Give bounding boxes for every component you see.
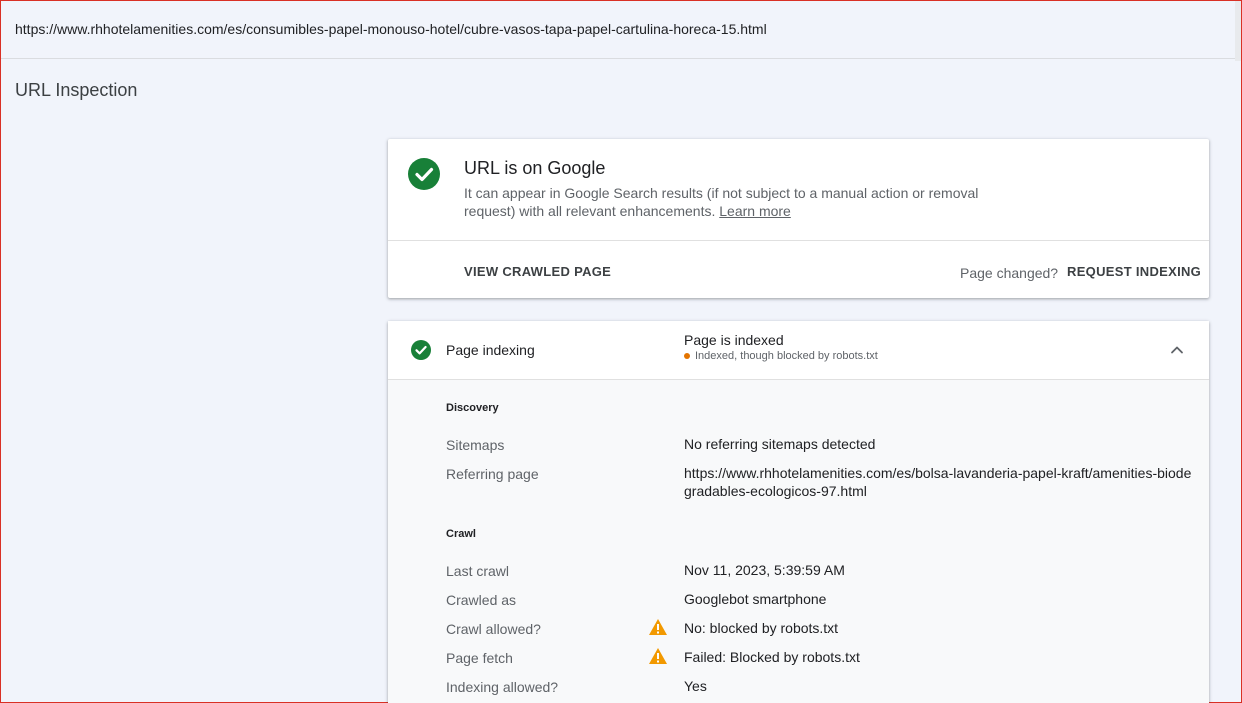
warning-triangle-icon [648,618,668,636]
page-changed-label: Page changed? [960,265,1059,281]
crawl-allowed-value: No: blocked by robots.txt [684,620,839,636]
learn-more-link[interactable]: Learn more [719,203,791,219]
indexing-sub-status-text: Indexed, though blocked by robots.txt [695,350,878,362]
url-status-card: URL is on Google It can appear in Google… [388,139,1209,298]
page-indexing-card: Page indexing Page is indexed Indexed, t… [388,321,1209,703]
status-dot-icon [684,353,690,359]
warning-triangle-icon [648,647,668,665]
request-indexing-button[interactable]: REQUEST INDEXING [1067,264,1201,279]
page-fetch-label: Page fetch [446,650,513,666]
status-summary: URL is on Google It can appear in Google… [388,139,1209,241]
inspected-url-text: https://www.rhhotelamenities.com/es/cons… [15,21,767,37]
status-actions: VIEW CRAWLED PAGE Page changed? REQUEST … [388,241,1209,297]
indexing-status: Page is indexed [684,332,784,348]
sitemaps-value: No referring sitemaps detected [684,436,876,452]
scrollbar[interactable] [1235,1,1241,61]
page-indexing-header[interactable]: Page indexing Page is indexed Indexed, t… [388,321,1209,380]
crawl-heading: Crawl [446,528,476,540]
referring-page-value[interactable]: https://www.rhhotelamenities.com/es/bols… [684,464,1191,500]
page-fetch-value: Failed: Blocked by robots.txt [684,649,860,665]
page-indexing-details: Discovery Sitemaps No referring sitemaps… [388,380,1209,703]
status-description: It can appear in Google Search results (… [464,184,984,220]
sitemaps-label: Sitemaps [446,437,505,453]
page-indexing-label: Page indexing [446,342,535,358]
url-inspection-page: { "url_bar": { "url": "https://www.rhhot… [0,0,1242,703]
referring-page-line-1: https://www.rhhotelamenities.com/es/bols… [684,465,1192,481]
discovery-heading: Discovery [446,402,499,414]
referring-page-label: Referring page [446,466,539,482]
check-circle-icon [411,340,431,360]
crawl-allowed-label: Crawl allowed? [446,621,541,637]
indexing-allowed-label: Indexing allowed? [446,679,559,695]
last-crawl-value: Nov 11, 2023, 5:39:59 AM [684,562,845,578]
chevron-up-icon[interactable] [1168,341,1186,359]
page-title: URL Inspection [15,80,138,100]
crawled-as-value: Googlebot smartphone [684,591,827,607]
check-circle-icon [408,158,440,190]
crawled-as-label: Crawled as [446,592,517,608]
inspected-url-bar[interactable]: https://www.rhhotelamenities.com/es/cons… [1,1,1241,59]
last-crawl-label: Last crawl [446,563,510,579]
referring-page-line-2: gradables-ecologicos-97.html [684,483,867,499]
indexing-sub-status: Indexed, though blocked by robots.txt [684,350,878,362]
indexing-allowed-value: Yes [684,678,707,694]
status-title: URL is on Google [464,158,606,178]
view-crawled-page-button[interactable]: VIEW CRAWLED PAGE [464,264,611,279]
